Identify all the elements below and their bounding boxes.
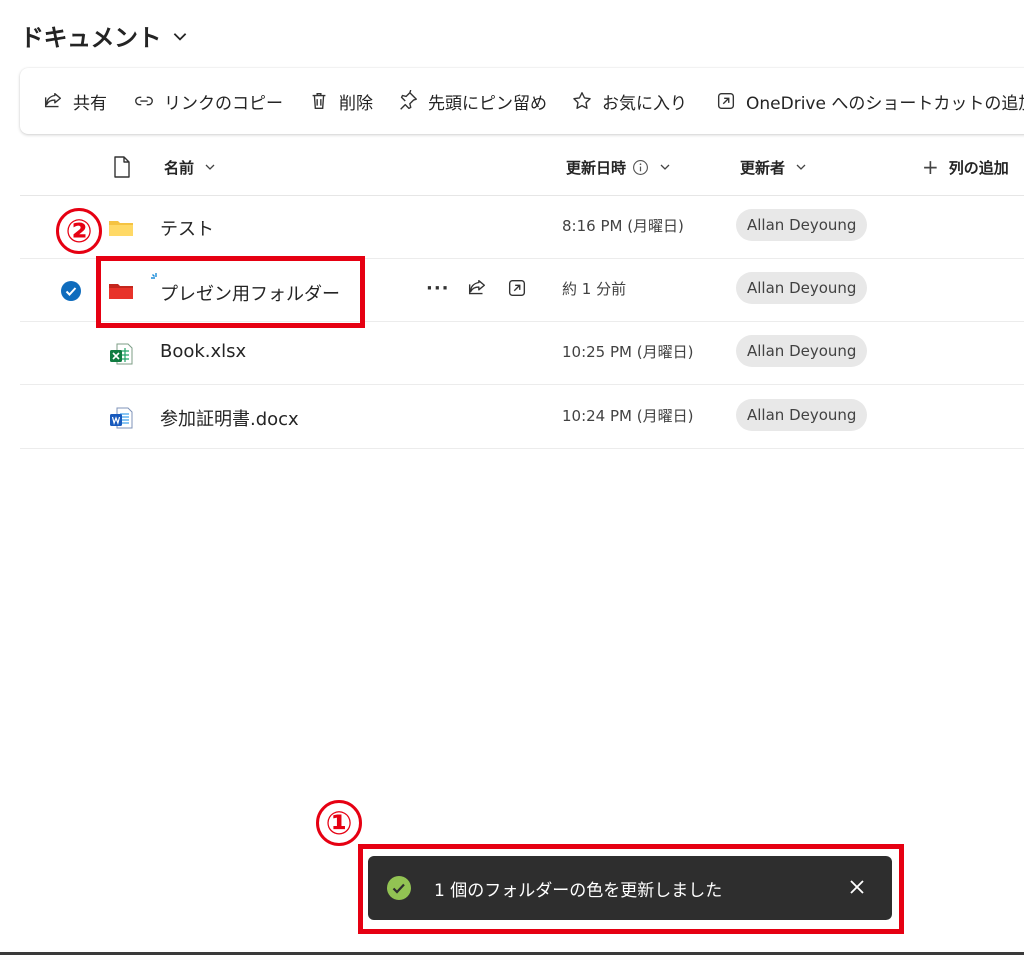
more-actions-button[interactable]: ··· (426, 278, 449, 299)
share-label: 共有 (73, 93, 107, 114)
library-title[interactable]: ドキュメント (20, 18, 189, 53)
trash-icon (312, 92, 326, 110)
favorite-button[interactable]: お気に入り (571, 89, 687, 114)
chevron-down-icon (660, 164, 670, 170)
copy-link-button[interactable]: リンクのコピー (133, 89, 283, 114)
annotation-number-badge: ① (316, 800, 362, 846)
pin-to-top-button[interactable]: 先頭にピン留め (397, 89, 547, 114)
link-icon (135, 96, 153, 106)
star-icon (573, 92, 591, 109)
table-row[interactable]: Book.xlsx 10:25 PM (月曜日) Allan Deyoung (20, 322, 1024, 385)
modified-by-persona[interactable]: Allan Deyoung (736, 272, 868, 304)
file-name-link[interactable]: Book.xlsx (160, 341, 246, 362)
annotation-highlight-box (96, 256, 365, 328)
add-column-label: 列の追加 (948, 158, 1009, 177)
plus-icon: + (922, 155, 939, 179)
modified-header-label: 更新日時 (566, 158, 627, 177)
modified-date: 10:24 PM (月曜日) (562, 407, 694, 425)
add-column-button[interactable]: + 列の追加 (922, 138, 1009, 196)
chevron-down-icon (205, 164, 215, 170)
modified-by-persona[interactable]: Allan Deyoung (736, 209, 868, 241)
chevron-down-icon (173, 32, 187, 41)
modified-date: 10:25 PM (月曜日) (562, 343, 694, 361)
delete-button[interactable]: 削除 (308, 89, 373, 114)
share-icon (44, 92, 62, 108)
column-header-row: 名前 更新日時 更新者 + 列の追加 (20, 138, 1024, 196)
share-button[interactable]: 共有 (42, 89, 107, 114)
file-type-header[interactable] (112, 138, 132, 196)
open-external-icon (717, 92, 735, 110)
file-name-link[interactable]: 参加証明書.docx (160, 405, 299, 431)
modified-column-header[interactable]: 更新日時 (566, 138, 671, 196)
info-icon[interactable] (632, 159, 649, 176)
modified-by-header-label: 更新者 (740, 158, 786, 177)
annotation-highlight-box (358, 844, 904, 934)
delete-label: 削除 (339, 93, 373, 114)
table-row[interactable]: 参加証明書.docx 10:24 PM (月曜日) Allan Deyoung (20, 386, 1024, 449)
open-external-icon[interactable] (506, 277, 528, 299)
name-column-header[interactable]: 名前 (164, 138, 216, 196)
modified-by-persona[interactable]: Allan Deyoung (736, 335, 868, 367)
modified-date: 約 1 分前 (562, 280, 627, 298)
pin-label: 先頭にピン留め (428, 93, 547, 114)
modified-by-column-header[interactable]: 更新者 (740, 138, 807, 196)
page-title: ドキュメント (20, 24, 162, 52)
add-shortcut-label: OneDrive へのショートカットの追加 (746, 93, 1024, 114)
modified-date: 8:16 PM (月曜日) (562, 217, 684, 235)
chevron-down-icon (796, 164, 806, 170)
table-row[interactable]: テスト 8:16 PM (月曜日) Allan Deyoung (20, 196, 1024, 259)
name-header-label: 名前 (164, 158, 195, 177)
word-file-icon (110, 407, 133, 429)
annotation-number-badge: ② (56, 208, 102, 254)
document-icon (114, 156, 130, 178)
row-actions: ··· (426, 277, 528, 299)
copy-link-label: リンクのコピー (164, 93, 283, 114)
command-bar: 共有 リンクのコピー 削除 先頭にピン留め お気に入り OneDrive へのシ… (20, 68, 1024, 134)
add-shortcut-button[interactable]: OneDrive へのショートカットの追加 (715, 89, 1024, 114)
share-icon[interactable] (466, 277, 488, 299)
favorite-label: お気に入り (602, 93, 687, 114)
modified-by-persona[interactable]: Allan Deyoung (736, 399, 868, 431)
pin-icon (400, 90, 417, 110)
checkmark-circle-icon[interactable] (60, 280, 82, 302)
file-name-link[interactable]: テスト (160, 215, 214, 241)
folder-icon (109, 221, 133, 236)
excel-file-icon (110, 343, 133, 365)
